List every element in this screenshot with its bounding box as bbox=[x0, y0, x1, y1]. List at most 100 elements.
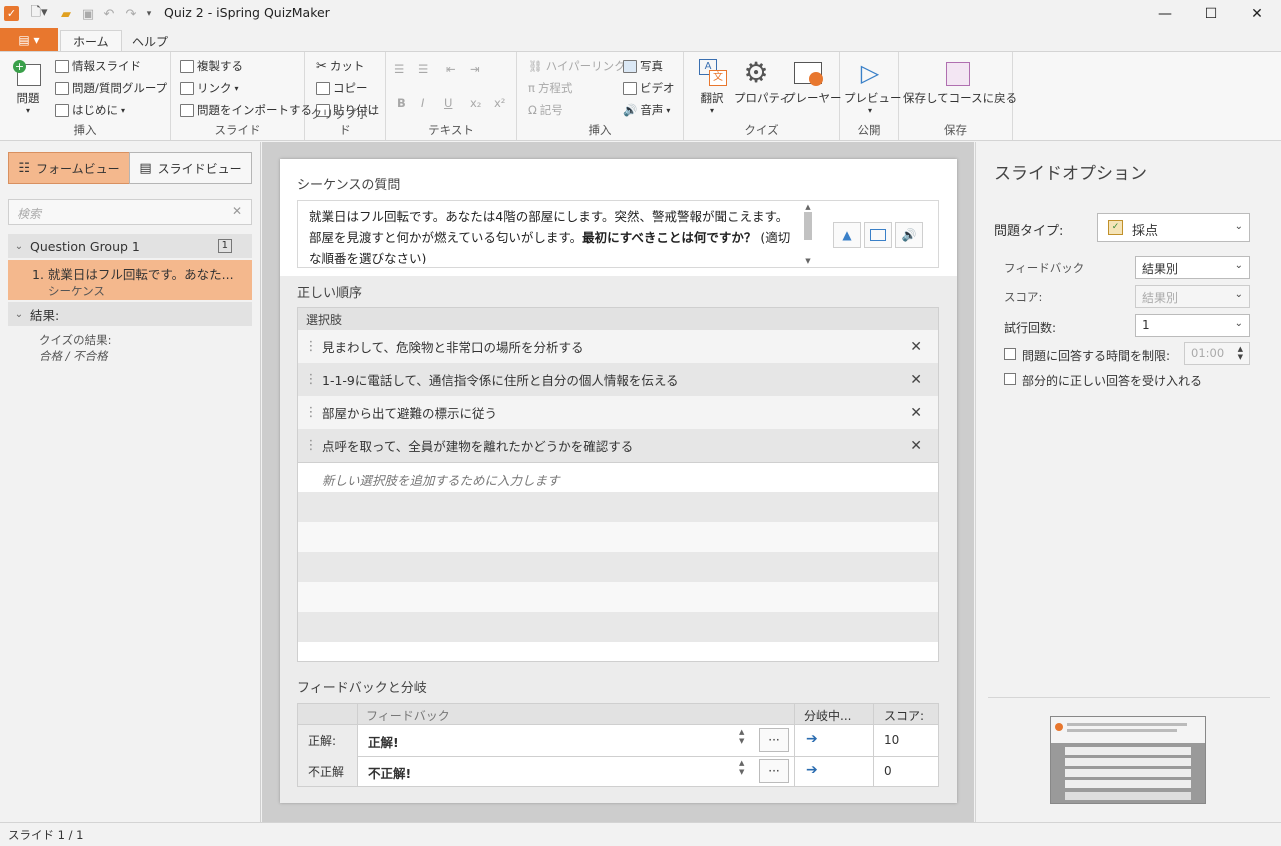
time-limit-checkbox[interactable] bbox=[1004, 348, 1016, 360]
hyperlink-button[interactable]: ⛓ ハイパーリンク bbox=[528, 58, 626, 74]
question-group-row[interactable]: ⌄ Question Group 1 1 bbox=[8, 234, 252, 258]
underline-button[interactable]: U bbox=[444, 96, 452, 110]
choice-text[interactable]: 1-1-9に電話して、通信指令係に住所と自分の個人情報を伝える bbox=[322, 370, 679, 389]
file-menu-button[interactable]: ▤ ▾ bbox=[0, 28, 58, 51]
audio-button[interactable]: 🔊 音声 ▾ bbox=[623, 102, 670, 118]
preview-button[interactable]: ▷ プレビュー ▾ bbox=[844, 58, 902, 115]
choices-table: 選択肢 ⋮ 見まわして、危険物と非常口の場所を分析する ✕ ⋮ 1-1-9に電話して、通… bbox=[297, 307, 939, 662]
results-header: 結果: bbox=[30, 307, 60, 323]
question-scrollbar[interactable]: ▲ ▼ bbox=[801, 203, 815, 265]
branch-arrow-icon[interactable]: ➔ bbox=[806, 731, 818, 747]
equation-button[interactable]: π 方程式 bbox=[528, 80, 572, 96]
partial-credit-checkbox[interactable] bbox=[1004, 373, 1016, 385]
spinner-icon: ▲ ▼ bbox=[1237, 345, 1243, 361]
hyperlink-label: ハイパーリンク bbox=[545, 59, 626, 73]
player-button[interactable]: プレーヤー bbox=[784, 58, 842, 106]
maximize-button[interactable]: ☐ bbox=[1188, 0, 1234, 28]
import-questions-button[interactable]: 問題をインポートする bbox=[180, 102, 312, 118]
add-image-button[interactable]: ▲ bbox=[833, 222, 861, 248]
time-limit-input[interactable]: 01:00 ▲ ▼ bbox=[1184, 342, 1250, 365]
search-clear-icon[interactable]: ✕ bbox=[232, 204, 242, 218]
feedback-scroll-icon[interactable]: ▲ ▼ bbox=[739, 759, 744, 777]
choice-text[interactable]: 点呼を取って、全員が建物を離れたかどうかを確認する bbox=[322, 436, 633, 455]
form-view-button[interactable]: ☷ フォームビュー bbox=[8, 152, 130, 184]
question-text-box[interactable]: 就業日はフル回転です。あなたは4階の部屋にします。突然、警戒警報が聞こえます。部… bbox=[297, 200, 939, 268]
choice-text[interactable]: 部屋から出て避難の標示に従う bbox=[322, 403, 497, 422]
numbered-list-icon[interactable]: ☰ bbox=[418, 62, 428, 76]
drag-handle-icon[interactable]: ⋮ bbox=[298, 438, 322, 453]
add-audio-button[interactable]: 🔊 bbox=[895, 222, 923, 248]
delete-choice-icon[interactable]: ✕ bbox=[910, 438, 922, 454]
add-video-button[interactable] bbox=[864, 222, 892, 248]
video-button[interactable]: ビデオ bbox=[623, 80, 675, 96]
question-group-button[interactable]: 問題/質問グループ bbox=[55, 80, 167, 96]
choice-row[interactable]: ⋮ 見まわして、危険物と非常口の場所を分析する ✕ bbox=[298, 330, 938, 363]
delete-choice-icon[interactable]: ✕ bbox=[910, 339, 922, 355]
feedback-text-input[interactable]: 正解! bbox=[368, 732, 399, 751]
decrease-indent-icon[interactable]: ⇤ bbox=[446, 62, 456, 76]
tab-help[interactable]: ヘルプ bbox=[120, 30, 180, 52]
drag-handle-icon[interactable]: ⋮ bbox=[298, 372, 322, 387]
choice-text[interactable]: 見まわして、危険物と非常口の場所を分析する bbox=[322, 337, 584, 356]
symbol-button[interactable]: Ω 記号 bbox=[528, 102, 563, 118]
close-button[interactable]: ✕ bbox=[1234, 0, 1280, 28]
choice-row[interactable]: ⋮ 部屋から出て避難の標示に従う ✕ bbox=[298, 396, 938, 429]
italic-button[interactable]: I bbox=[421, 96, 424, 110]
feedback-more-button[interactable]: ··· bbox=[759, 728, 789, 752]
bold-button[interactable]: B bbox=[397, 96, 406, 110]
results-item[interactable]: クイズの結果: 合格 / 不合格 bbox=[8, 332, 252, 368]
picture-button[interactable]: 写真 bbox=[623, 58, 663, 74]
slide-view-button[interactable]: ▤ スライドビュー bbox=[129, 152, 252, 184]
score-value[interactable]: 0 bbox=[884, 764, 892, 778]
open-folder-icon[interactable]: ▰ bbox=[56, 5, 76, 23]
question-button[interactable]: + 問題 ▾ bbox=[8, 60, 48, 115]
minimize-button[interactable]: — bbox=[1142, 0, 1188, 28]
score-value[interactable]: 10 bbox=[884, 733, 899, 747]
score-select[interactable]: 結果別 ⌄ bbox=[1135, 285, 1250, 308]
results-group-row[interactable]: ⌄ 結果: bbox=[8, 302, 252, 326]
feedback-text-input[interactable]: 不正解! bbox=[368, 763, 411, 782]
copy-button[interactable]: コピー bbox=[316, 80, 368, 96]
save-return-button[interactable]: 保存してコースに戻る bbox=[903, 58, 1017, 106]
feedback-scroll-icon[interactable]: ▲ ▼ bbox=[739, 728, 744, 746]
choice-row[interactable]: ⋮ 点呼を取って、全員が建物を離れたかどうかを確認する ✕ bbox=[298, 429, 938, 462]
subscript-button[interactable]: x₂ bbox=[470, 96, 481, 110]
slide-thumbnail[interactable] bbox=[1050, 716, 1206, 804]
drag-handle-icon[interactable]: ⋮ bbox=[298, 339, 322, 354]
link-button[interactable]: リンク ▾ bbox=[180, 80, 239, 96]
delete-choice-icon[interactable]: ✕ bbox=[910, 405, 922, 421]
new-file-icon[interactable]: 🗋▾ bbox=[28, 5, 50, 23]
slide-item-selected[interactable]: 1. 就業日はフル回転です。あなた... シーケンス bbox=[8, 260, 252, 300]
info-slide-button[interactable]: 情報スライド bbox=[55, 58, 141, 74]
question-type-select[interactable]: ✓ 採点 ⌄ bbox=[1097, 213, 1250, 242]
tab-home[interactable]: ホーム bbox=[60, 30, 122, 52]
new-choice-input[interactable]: 新しい選択肢を追加するために入力します bbox=[298, 462, 938, 492]
group-label-insert: 挿入 bbox=[73, 123, 97, 137]
superscript-button[interactable]: x² bbox=[494, 96, 505, 110]
branch-arrow-icon[interactable]: ➔ bbox=[806, 762, 818, 778]
feedback-mode-select[interactable]: 結果別 ⌄ bbox=[1135, 256, 1250, 279]
group-label-publish: 公開 bbox=[857, 123, 881, 137]
feedback-more-button[interactable]: ··· bbox=[759, 759, 789, 783]
feedback-mode-label: フィードバック bbox=[1004, 261, 1085, 275]
drag-handle-icon[interactable]: ⋮ bbox=[298, 405, 322, 420]
properties-button[interactable]: ⚙ プロパティ bbox=[734, 58, 791, 106]
slide-list-pane: ☷ フォームビュー ▤ スライドビュー 検索 ✕ ⌄ Question Grou… bbox=[0, 142, 261, 822]
translate-button[interactable]: A 文 翻訳 ▾ bbox=[692, 58, 732, 115]
cut-button[interactable]: ✂ カット bbox=[316, 58, 364, 74]
question-text[interactable]: 就業日はフル回転です。あなたは4階の部屋にします。突然、警戒警報が聞こえます。部… bbox=[309, 206, 799, 264]
question-text-bold: 最初にすべきことは何ですか？ bbox=[582, 230, 757, 245]
undo-icon[interactable]: ↶ bbox=[100, 5, 118, 23]
choice-row[interactable]: ⋮ 1-1-9に電話して、通信指令係に住所と自分の個人情報を伝える ✕ bbox=[298, 363, 938, 396]
attempts-select[interactable]: 1 ⌄ bbox=[1135, 314, 1250, 337]
player-icon bbox=[793, 58, 825, 88]
save-icon[interactable]: ▣ bbox=[79, 5, 97, 23]
search-input[interactable]: 検索 bbox=[8, 199, 252, 225]
redo-icon[interactable]: ↷ bbox=[122, 5, 140, 23]
quick-access-dropdown-icon[interactable]: ▾ bbox=[143, 5, 155, 23]
delete-choice-icon[interactable]: ✕ bbox=[910, 372, 922, 388]
bullet-list-icon[interactable]: ☰ bbox=[394, 62, 404, 76]
intro-button[interactable]: はじめに ▾ bbox=[55, 102, 125, 118]
duplicate-button[interactable]: 複製する bbox=[180, 58, 243, 74]
increase-indent-icon[interactable]: ⇥ bbox=[470, 62, 480, 76]
